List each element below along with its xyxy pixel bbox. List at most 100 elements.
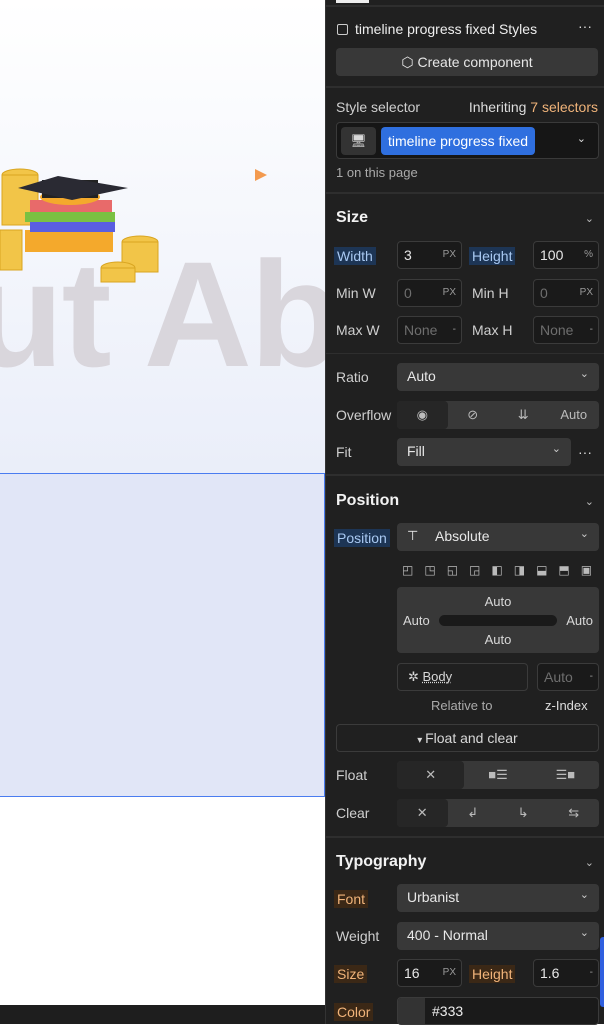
chevron-down-icon[interactable]: ⌄ <box>585 212 594 225</box>
font-size-input[interactable]: 16 PX <box>397 959 462 987</box>
position-section-title[interactable]: Position <box>336 492 399 510</box>
relative-to-field[interactable]: ✲ Body <box>397 663 528 691</box>
left-offset[interactable]: Auto <box>403 613 430 628</box>
z-index-input[interactable]: Auto - <box>537 663 599 691</box>
create-component-button[interactable]: ⬡ Create component <box>336 48 598 76</box>
typography-section-title[interactable]: Typography <box>336 853 426 871</box>
ratio-label: Ratio <box>336 369 369 385</box>
clear-none-icon[interactable]: ✕ <box>397 799 448 827</box>
fit-more-button[interactable]: ··· <box>578 444 592 460</box>
bottom-left-preset-icon[interactable]: ◱ <box>447 563 458 577</box>
z-index-label: z-Index <box>545 698 588 713</box>
min-width-input[interactable]: 0 PX <box>397 279 462 307</box>
inheriting-selectors-link[interactable]: 7 selectors <box>530 99 598 115</box>
line-height-label: Height <box>469 965 516 983</box>
font-dropdown[interactable]: Urbanist ⌄ <box>397 884 599 912</box>
design-canvas[interactable]: ut Ab <box>0 0 325 1024</box>
top-right-preset-icon[interactable]: ◳ <box>424 563 435 577</box>
clear-segmented-control[interactable]: ✕ ↲ ↳ ⇆ <box>397 799 599 827</box>
style-selector-field[interactable]: 🖥 timeline progress fixed ⌄ <box>336 122 599 159</box>
selector-count: 1 on this page <box>336 165 418 180</box>
color-field[interactable]: #333 <box>397 997 599 1025</box>
clear-left-icon[interactable]: ↲ <box>448 799 499 827</box>
top-offset[interactable]: Auto <box>397 594 599 609</box>
position-label: Position <box>334 529 390 547</box>
chevron-down-icon[interactable]: ⌄ <box>585 856 594 869</box>
left-preset-icon[interactable]: ◧ <box>491 563 502 577</box>
gear-icon: ✲ <box>408 669 423 684</box>
element-checkbox-icon <box>337 24 348 35</box>
selected-element-timeline-progress[interactable] <box>0 473 325 797</box>
style-selector-label: Style selector <box>336 99 421 115</box>
full-preset-icon[interactable]: ▣ <box>581 563 592 577</box>
clear-right-icon[interactable]: ↳ <box>498 799 549 827</box>
max-height-label: Max H <box>472 322 513 338</box>
more-options-button[interactable]: ··· <box>578 18 592 34</box>
float-none-icon[interactable]: ✕ <box>397 761 465 789</box>
play-triangle-icon <box>255 169 267 181</box>
bottom-right-preset-icon[interactable]: ◲ <box>469 563 480 577</box>
clear-both-icon[interactable]: ⇆ <box>549 799 600 827</box>
inheriting-label: Inheriting <box>468 99 527 115</box>
scroll-icon[interactable]: ⇊ <box>498 401 549 429</box>
float-and-clear-toggle[interactable]: ▾ Float and clear <box>336 724 599 752</box>
right-preset-icon[interactable]: ◨ <box>514 563 525 577</box>
width-label: Width <box>334 247 376 265</box>
weight-label: Weight <box>336 928 380 944</box>
fit-dropdown[interactable]: Fill ⌄ <box>397 438 571 466</box>
cube-icon: ⬡ <box>401 54 418 70</box>
overflow-auto-option[interactable]: Auto <box>549 401 600 429</box>
height-label: Height <box>469 247 516 265</box>
line-height-input[interactable]: 1.6- <box>533 959 599 987</box>
class-chip[interactable]: timeline progress fixed <box>381 127 536 155</box>
active-tab-indicator <box>336 0 369 3</box>
chevron-down-icon: ▾ <box>417 735 426 746</box>
float-left-icon[interactable]: ■☰ <box>464 761 531 789</box>
right-offset[interactable]: Auto <box>566 613 593 628</box>
bottom-preset-icon[interactable]: ⬓ <box>536 563 547 577</box>
ratio-dropdown[interactable]: Auto ⌄ <box>397 363 599 391</box>
create-component-label: Create component <box>417 54 533 70</box>
chevron-down-icon[interactable]: ⌄ <box>585 495 594 508</box>
top-left-preset-icon[interactable]: ◰ <box>402 563 413 577</box>
font-label: Font <box>334 890 369 908</box>
hero-section[interactable]: ut Ab <box>0 0 325 473</box>
style-panel: timeline progress fixed Styles ··· ⬡ Cre… <box>325 0 604 1025</box>
float-right-icon[interactable]: ☰■ <box>532 761 599 789</box>
bottom-offset[interactable]: Auto <box>397 632 599 647</box>
color-swatch[interactable] <box>398 998 425 1024</box>
eye-hidden-icon[interactable]: ⊘ <box>448 401 499 429</box>
height-input[interactable]: 100% <box>533 241 599 269</box>
chevron-down-icon[interactable]: ⌄ <box>577 132 586 145</box>
position-presets[interactable]: ◰ ◳ ◱ ◲ ◧ ◨ ⬓ ⬒ ▣ <box>402 563 592 577</box>
width-input[interactable]: 3 PX <box>397 241 462 269</box>
element-placeholder <box>439 615 557 626</box>
float-label: Float <box>336 767 368 783</box>
canvas-bottom-bar <box>0 1005 325 1024</box>
panel-title: timeline progress fixed Styles <box>355 21 538 37</box>
clear-label: Clear <box>336 805 370 821</box>
absolute-position-icon: ⊤ <box>407 528 419 543</box>
overflow-segmented-control[interactable]: ◉ ⊘ ⇊ Auto <box>397 401 599 429</box>
max-height-input[interactable]: None - <box>533 316 599 344</box>
float-segmented-control[interactable]: ✕ ■☰ ☰■ <box>397 761 599 789</box>
weight-dropdown[interactable]: 400 - Normal ⌄ <box>397 922 599 950</box>
height-unit[interactable]: % <box>584 249 593 260</box>
top-preset-icon[interactable]: ⬒ <box>558 563 569 577</box>
min-width-label: Min W <box>336 285 376 301</box>
min-height-label: Min H <box>472 285 509 301</box>
eye-visible-icon[interactable]: ◉ <box>397 401 448 429</box>
max-width-input[interactable]: None - <box>397 316 462 344</box>
relative-to-label: Relative to <box>431 698 493 713</box>
color-value[interactable]: #333 <box>432 1003 463 1019</box>
graduation-coins-image <box>0 168 159 283</box>
fit-label: Fit <box>336 444 352 460</box>
width-unit[interactable]: PX <box>443 249 456 260</box>
desktop-breakpoint-icon[interactable]: 🖥 <box>341 127 376 155</box>
size-section-title[interactable]: Size <box>336 209 368 227</box>
min-height-input[interactable]: 0 PX <box>533 279 599 307</box>
side-tab-indicator[interactable] <box>600 937 604 1007</box>
position-dropdown[interactable]: ⊤ Absolute ⌄ <box>397 523 599 551</box>
color-label: Color <box>334 1003 374 1021</box>
overflow-label: Overflow <box>336 407 392 423</box>
